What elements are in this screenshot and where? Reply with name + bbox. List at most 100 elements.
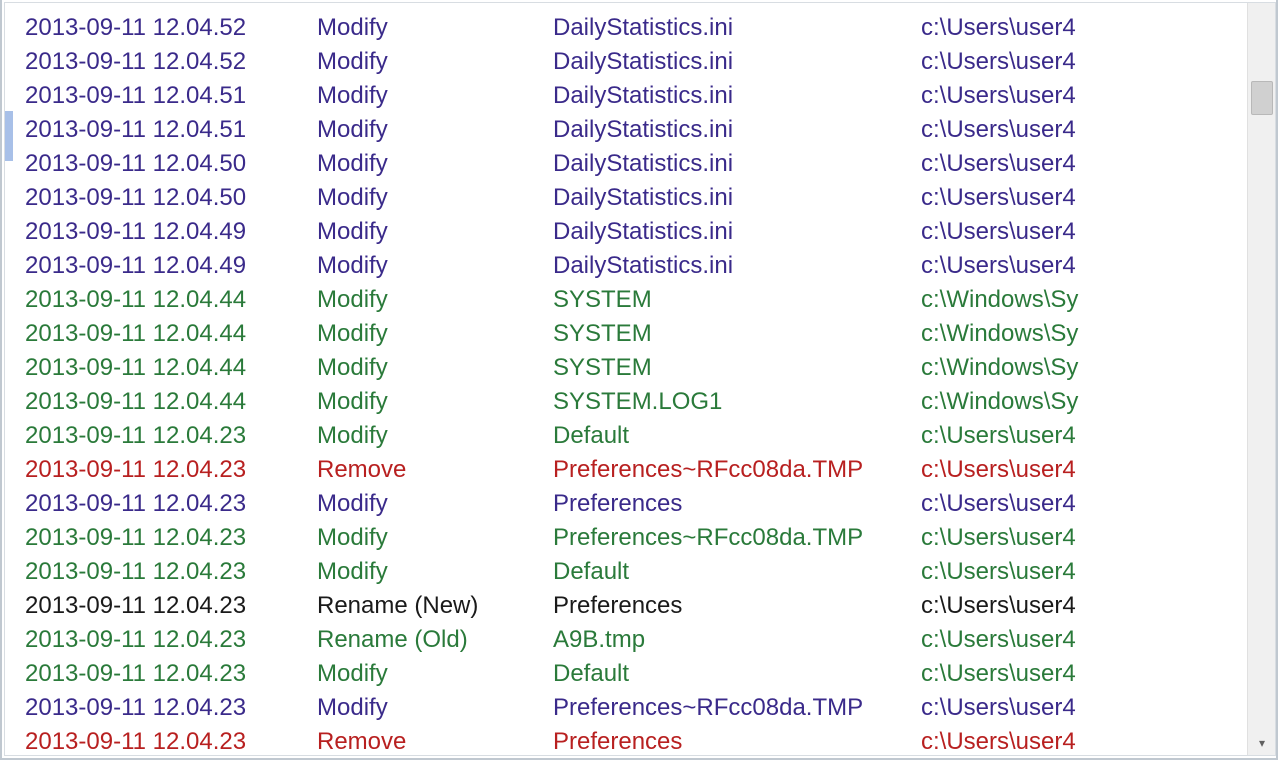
cell-filename: Default bbox=[553, 419, 921, 453]
cell-timestamp: 2013-09-11 12.04.23 bbox=[25, 521, 317, 555]
cell-filename: DailyStatistics.ini bbox=[553, 11, 921, 45]
cell-timestamp: 2013-09-11 12.04.51 bbox=[25, 79, 317, 113]
list-row[interactable]: 2013-09-11 12.04.23ModifyDefaultc:\Users… bbox=[25, 555, 1247, 589]
cell-filename: DailyStatistics.ini bbox=[553, 215, 921, 249]
cell-filename: Preferences bbox=[553, 589, 921, 623]
list-row[interactable]: 2013-09-11 12.04.23RemovePreferences~RFc… bbox=[25, 453, 1247, 487]
cell-action: Modify bbox=[317, 317, 553, 351]
cell-path: c:\Users\user4 bbox=[921, 657, 1247, 691]
cell-timestamp: 2013-09-11 12.04.44 bbox=[25, 283, 317, 317]
list-row[interactable]: 2013-09-11 12.04.51ModifyDailyStatistics… bbox=[25, 113, 1247, 147]
scroll-down-arrow-icon[interactable]: ▾ bbox=[1252, 733, 1272, 753]
list-row[interactable]: 2013-09-11 12.04.23Rename (New)Preferenc… bbox=[25, 589, 1247, 623]
cell-filename: DailyStatistics.ini bbox=[553, 249, 921, 283]
cell-path: c:\Users\user4 bbox=[921, 691, 1247, 725]
cell-action: Remove bbox=[317, 725, 553, 755]
list-row[interactable]: 2013-09-11 12.04.44ModifySYSTEMc:\Window… bbox=[25, 283, 1247, 317]
cell-action: Modify bbox=[317, 351, 553, 385]
cell-action: Modify bbox=[317, 521, 553, 555]
cell-filename: SYSTEM bbox=[553, 317, 921, 351]
cell-path: c:\Users\user4 bbox=[921, 79, 1247, 113]
cell-filename: SYSTEM bbox=[553, 283, 921, 317]
cell-filename: Default bbox=[553, 555, 921, 589]
list-row[interactable]: 2013-09-11 12.04.23RemovePreferencesc:\U… bbox=[25, 725, 1247, 755]
cell-filename: DailyStatistics.ini bbox=[553, 147, 921, 181]
cell-action: Modify bbox=[317, 215, 553, 249]
list-row[interactable]: 2013-09-11 12.04.52ModifyDailyStatistics… bbox=[25, 45, 1247, 79]
list-row[interactable]: 2013-09-11 12.04.44ModifySYSTEM.LOG1c:\W… bbox=[25, 385, 1247, 419]
cell-timestamp: 2013-09-11 12.04.23 bbox=[25, 589, 317, 623]
list-row[interactable]: 2013-09-11 12.04.50ModifyDailyStatistics… bbox=[25, 147, 1247, 181]
cell-action: Modify bbox=[317, 113, 553, 147]
list-row[interactable]: 2013-09-11 12.04.23ModifyPreferences~RFc… bbox=[25, 521, 1247, 555]
scrollbar-thumb[interactable] bbox=[1251, 81, 1273, 115]
cell-path: c:\Users\user4 bbox=[921, 623, 1247, 657]
cell-action: Remove bbox=[317, 453, 553, 487]
cell-path: c:\Users\user4 bbox=[921, 113, 1247, 147]
list-row[interactable]: 2013-09-11 12.04.52ModifyDailyStatistics… bbox=[25, 11, 1247, 45]
cell-timestamp: 2013-09-11 12.04.23 bbox=[25, 453, 317, 487]
cell-path: c:\Users\user4 bbox=[921, 249, 1247, 283]
cell-filename: Preferences~RFcc08da.TMP bbox=[553, 691, 921, 725]
cell-timestamp: 2013-09-11 12.04.50 bbox=[25, 181, 317, 215]
cell-action: Modify bbox=[317, 249, 553, 283]
list-row[interactable]: 2013-09-11 12.04.23ModifyPreferencesc:\U… bbox=[25, 487, 1247, 521]
cell-filename: SYSTEM.LOG1 bbox=[553, 385, 921, 419]
cell-filename: DailyStatistics.ini bbox=[553, 181, 921, 215]
list-row[interactable]: 2013-09-11 12.04.44ModifySYSTEMc:\Window… bbox=[25, 317, 1247, 351]
cell-timestamp: 2013-09-11 12.04.23 bbox=[25, 555, 317, 589]
cell-timestamp: 2013-09-11 12.04.23 bbox=[25, 623, 317, 657]
window-inner: 2013-09-11 12.04.52ModifyDailyStatistics… bbox=[4, 2, 1276, 756]
cell-path: c:\Users\user4 bbox=[921, 487, 1247, 521]
list-row[interactable]: 2013-09-11 12.04.49ModifyDailyStatistics… bbox=[25, 249, 1247, 283]
cell-timestamp: 2013-09-11 12.04.23 bbox=[25, 657, 317, 691]
cell-filename: SYSTEM bbox=[553, 351, 921, 385]
cell-path: c:\Users\user4 bbox=[921, 45, 1247, 79]
cell-timestamp: 2013-09-11 12.04.44 bbox=[25, 317, 317, 351]
cell-path: c:\Users\user4 bbox=[921, 589, 1247, 623]
list-row[interactable]: 2013-09-11 12.04.23Rename (Old)A9B.tmpc:… bbox=[25, 623, 1247, 657]
list-row[interactable]: 2013-09-11 12.04.49ModifyDailyStatistics… bbox=[25, 215, 1247, 249]
cell-path: c:\Windows\Sy bbox=[921, 351, 1247, 385]
cell-timestamp: 2013-09-11 12.04.23 bbox=[25, 487, 317, 521]
cell-timestamp: 2013-09-11 12.04.23 bbox=[25, 691, 317, 725]
cell-path: c:\Users\user4 bbox=[921, 147, 1247, 181]
cell-timestamp: 2013-09-11 12.04.52 bbox=[25, 11, 317, 45]
cell-timestamp: 2013-09-11 12.04.44 bbox=[25, 385, 317, 419]
list-row[interactable]: 2013-09-11 12.04.51ModifyDailyStatistics… bbox=[25, 79, 1247, 113]
cell-path: c:\Users\user4 bbox=[921, 725, 1247, 755]
cell-filename: Default bbox=[553, 657, 921, 691]
cell-action: Rename (New) bbox=[317, 589, 553, 623]
cell-timestamp: 2013-09-11 12.04.49 bbox=[25, 249, 317, 283]
cell-action: Rename (Old) bbox=[317, 623, 553, 657]
cell-path: c:\Windows\Sy bbox=[921, 283, 1247, 317]
list-row[interactable]: 2013-09-11 12.04.23ModifyDefaultc:\Users… bbox=[25, 657, 1247, 691]
cell-path: c:\Windows\Sy bbox=[921, 385, 1247, 419]
window-frame: 2013-09-11 12.04.52ModifyDailyStatistics… bbox=[0, 0, 1278, 760]
list-row[interactable]: 2013-09-11 12.04.50ModifyDailyStatistics… bbox=[25, 181, 1247, 215]
list-row[interactable]: 2013-09-11 12.04.23ModifyPreferences~RFc… bbox=[25, 691, 1247, 725]
cell-timestamp: 2013-09-11 12.04.23 bbox=[25, 419, 317, 453]
cell-action: Modify bbox=[317, 11, 553, 45]
list-row[interactable]: 2013-09-11 12.04.44ModifySYSTEMc:\Window… bbox=[25, 351, 1247, 385]
cell-timestamp: 2013-09-11 12.04.51 bbox=[25, 113, 317, 147]
cell-path: c:\Users\user4 bbox=[921, 11, 1247, 45]
cell-action: Modify bbox=[317, 555, 553, 589]
cell-path: c:\Users\user4 bbox=[921, 419, 1247, 453]
cell-path: c:\Windows\Sy bbox=[921, 317, 1247, 351]
list-row[interactable]: 2013-09-11 12.04.23ModifyDefaultc:\Users… bbox=[25, 419, 1247, 453]
cell-timestamp: 2013-09-11 12.04.52 bbox=[25, 45, 317, 79]
cell-timestamp: 2013-09-11 12.04.44 bbox=[25, 351, 317, 385]
cell-action: Modify bbox=[317, 79, 553, 113]
cell-path: c:\Users\user4 bbox=[921, 215, 1247, 249]
cell-timestamp: 2013-09-11 12.04.49 bbox=[25, 215, 317, 249]
cell-action: Modify bbox=[317, 45, 553, 79]
cell-filename: Preferences~RFcc08da.TMP bbox=[553, 521, 921, 555]
cell-path: c:\Users\user4 bbox=[921, 181, 1247, 215]
cell-action: Modify bbox=[317, 487, 553, 521]
vertical-scrollbar[interactable]: ▾ bbox=[1247, 3, 1275, 755]
cell-action: Modify bbox=[317, 419, 553, 453]
file-activity-list: 2013-09-11 12.04.52ModifyDailyStatistics… bbox=[15, 3, 1247, 755]
cell-path: c:\Users\user4 bbox=[921, 555, 1247, 589]
cell-action: Modify bbox=[317, 385, 553, 419]
